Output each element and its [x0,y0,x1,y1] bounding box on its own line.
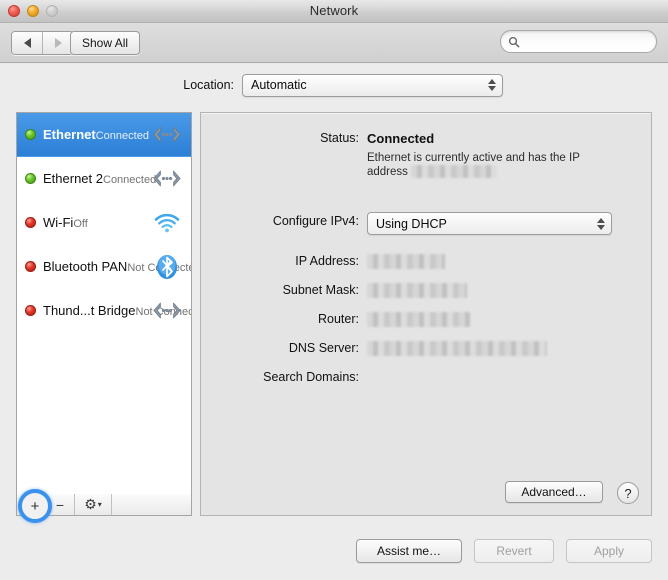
services-action-menu-button[interactable]: ⚙ ▾ [75,494,112,515]
field-label: Router: [318,312,359,326]
status-indicator-dot [25,261,36,272]
ethernet-icon [151,298,183,324]
location-selected-value: Automatic [251,78,307,92]
magnifier-icon [508,36,520,47]
field-value-wrap [367,283,467,299]
apply-button: Apply [566,539,652,563]
status-indicator-dot [25,305,36,316]
service-list-item[interactable]: Ethernet 2Connected [17,157,191,201]
field-label: IP Address: [295,254,359,268]
location-row: Location: Automatic [0,73,668,97]
service-list-item[interactable]: Wi-FiOff [17,201,191,245]
advanced-button[interactable]: Advanced… [505,481,603,503]
preferences-toolbar: Show All [0,23,668,63]
status-label: Status: [320,131,359,145]
redacted-value [367,312,470,328]
apply-label: Apply [593,544,625,558]
advanced-label: Advanced… [521,485,587,499]
service-list-item[interactable]: Thund...t BridgeNot Connected [17,289,191,333]
revert-button: Revert [474,539,554,563]
revert-label: Revert [496,544,532,558]
ethernet-icon [151,166,183,192]
redacted-ip-address [411,165,498,179]
ethernet-icon [151,122,183,148]
chevron-down-icon: ▾ [97,500,102,509]
gear-icon: ⚙ [84,496,97,512]
service-name: Ethernet [43,126,96,142]
network-field-row: Router: [201,312,651,330]
service-list-item[interactable]: Bluetooth PANNot Connected [17,245,191,289]
assist-me-label: Assist me… [376,544,441,558]
redacted-value [367,254,445,270]
location-label: Location: [183,78,234,92]
service-text: Ethernet 2Connected [43,170,156,188]
navigation-segmented-control [11,31,74,55]
redacted-value [367,283,467,299]
configure-ipv4-label: Configure IPv4: [272,214,359,228]
minus-icon: − [55,496,65,513]
service-text: Thund...t BridgeNot Connected [43,302,191,320]
field-label: Subnet Mask: [282,283,359,297]
network-services-list[interactable]: EthernetConnected Ethernet 2Connected Wi-F… [16,112,192,495]
service-status: Connected [95,129,149,142]
status-description: Ethernet is currently active and has the… [367,151,607,179]
service-status: Off [73,217,88,230]
bluetooth-icon [151,254,183,280]
triangle-right-icon [54,38,62,48]
assist-me-button[interactable]: Assist me… [356,539,462,563]
service-status: Connected [103,173,157,186]
service-name: Wi-Fi [43,214,74,230]
service-text: Bluetooth PANNot Connected [43,258,191,276]
stepper-arrows-icon [597,217,605,230]
location-popup-button[interactable]: Automatic [242,73,503,97]
field-label: Search Domains: [263,370,359,384]
network-field-row: Subnet Mask: [201,283,651,301]
service-name: Ethernet 2 [43,170,103,186]
service-name: Bluetooth PAN [43,258,128,274]
network-field-row: IP Address: [201,254,651,272]
network-field-row: Search Domains: [201,370,651,388]
stepper-arrows-icon [488,79,496,91]
back-button[interactable] [12,32,42,54]
field-value-wrap [367,341,547,357]
network-field-row: DNS Server: [201,341,651,359]
status-indicator-dot [25,217,36,228]
show-all-label: Show All [82,36,129,50]
configure-ipv4-popup-button[interactable]: Using DHCP [367,212,612,235]
triangle-left-icon [23,38,31,48]
plus-icon: + [30,497,40,515]
window-title: Network [309,3,359,18]
configure-ipv4-value: Using DHCP [376,216,447,231]
service-text: EthernetConnected [43,126,151,144]
search-field[interactable] [500,30,657,53]
field-value-wrap [367,254,445,270]
service-name: Thund...t Bridge [43,302,136,318]
network-preferences-window: Network Show All Location: Automatic Eth… [0,0,668,580]
service-detail-panel: Status: Connected Ethernet is currently … [200,112,652,516]
wifi-icon [151,210,183,236]
help-label: ? [624,485,632,501]
add-service-button[interactable]: + [18,489,52,523]
status-value: Connected [367,131,435,146]
window-titlebar: Network [0,0,668,23]
show-all-button[interactable]: Show All [70,31,141,55]
field-value-wrap [367,312,470,328]
service-text: Wi-FiOff [43,214,151,232]
search-input[interactable] [523,34,643,49]
status-indicator-dot [25,173,36,184]
field-label: DNS Server: [288,341,359,355]
redacted-value [367,341,547,357]
service-list-item[interactable]: EthernetConnected [17,113,191,157]
status-indicator-dot [25,129,36,140]
help-button[interactable]: ? [617,482,639,504]
forward-button [42,32,73,54]
status-row: Status: Connected [201,131,651,149]
